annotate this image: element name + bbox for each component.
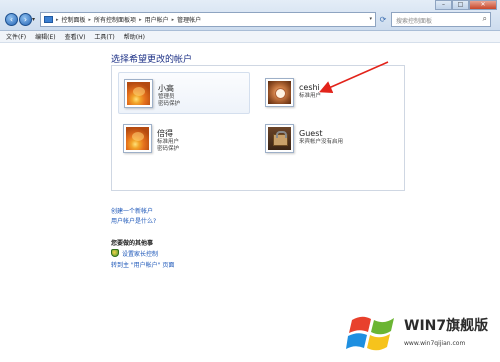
- additional-tasks-title: 您要做的其他事: [111, 240, 154, 247]
- create-account-link[interactable]: 创建一个新帐户: [111, 206, 153, 215]
- address-bar[interactable]: ▸ 控制面板 ▸ 所有控制面板项 ▸ 用户帐户 ▸ 管理帐户 ▾: [40, 12, 376, 27]
- minimize-button[interactable]: –: [435, 0, 452, 10]
- account-tile-guest[interactable]: Guest 来宾帐户没有启用: [260, 118, 392, 160]
- menu-bar: 文件(F) 编辑(E) 查看(V) 工具(T) 帮助(H): [0, 31, 500, 43]
- account-status: 来宾帐户没有启用: [299, 139, 344, 145]
- flower-icon: [127, 82, 150, 105]
- main-user-accounts-link[interactable]: 转到主 "用户帐户" 页面: [111, 260, 174, 269]
- breadcrumb-item[interactable]: 用户帐户: [145, 15, 169, 24]
- watermark-brand: WIN7旗舰版: [404, 318, 489, 334]
- control-panel-icon: [44, 16, 53, 23]
- account-tile-beide[interactable]: 倍得 标准用户 密码保护: [118, 118, 250, 160]
- search-icon[interactable]: ⌕: [483, 14, 487, 24]
- watermark-url: www.win7qijian.com: [404, 340, 466, 347]
- account-password-status: 密码保护: [158, 101, 181, 107]
- close-button[interactable]: ✕: [469, 0, 497, 10]
- briefcase-icon: [268, 127, 291, 150]
- breadcrumb-item[interactable]: 管理帐户: [177, 15, 201, 24]
- account-type: 管理员: [158, 94, 175, 100]
- avatar: [265, 124, 294, 153]
- ceshi-avatar-icon: [268, 81, 291, 104]
- avatar: [124, 79, 153, 108]
- parental-controls-link[interactable]: 设置家长控制: [122, 249, 158, 258]
- page-title: 选择希望更改的帐户: [111, 55, 193, 65]
- account-name: 小高: [158, 84, 174, 93]
- avatar: [265, 78, 294, 107]
- accounts-panel: 小高 管理员 密码保护 ceshi 标准用户 倍得 标准用户 密码保护 Gues…: [111, 65, 405, 191]
- account-type: 标准用户: [157, 139, 180, 145]
- refresh-button[interactable]: ⟳: [378, 12, 388, 27]
- menu-file[interactable]: 文件(F): [6, 32, 26, 41]
- search-placeholder: 搜索控制面板: [396, 18, 433, 25]
- what-is-account-link[interactable]: 用户帐户是什么?: [111, 216, 156, 225]
- account-name: ceshi: [299, 83, 320, 92]
- forward-button[interactable]: ›: [19, 13, 32, 26]
- back-button[interactable]: ‹: [5, 13, 18, 26]
- menu-tools[interactable]: 工具(T): [94, 32, 114, 41]
- avatar: [123, 124, 152, 153]
- window-controls: – □ ✕: [435, 0, 497, 10]
- breadcrumb-item[interactable]: 控制面板: [62, 15, 86, 24]
- menu-edit[interactable]: 编辑(E): [35, 32, 55, 41]
- shield-icon: [111, 249, 119, 257]
- windows-logo-icon: [346, 316, 394, 351]
- menu-help[interactable]: 帮助(H): [124, 32, 145, 41]
- maximize-button[interactable]: □: [452, 0, 469, 10]
- breadcrumb-item[interactable]: 所有控制面板项: [94, 15, 136, 24]
- account-name: Guest: [299, 129, 323, 138]
- account-tile-ceshi[interactable]: ceshi 标准用户: [260, 72, 392, 114]
- navigation-bar: ‹ › ▾ ▸ 控制面板 ▸ 所有控制面板项 ▸ 用户帐户 ▸ 管理帐户 ▾ ⟳…: [0, 0, 500, 31]
- flower-icon: [126, 127, 149, 150]
- recent-pages-dropdown[interactable]: ▾: [32, 16, 35, 23]
- account-tile-xiaogao[interactable]: 小高 管理员 密码保护: [118, 72, 250, 114]
- address-dropdown-icon[interactable]: ▾: [369, 16, 372, 22]
- account-name: 倍得: [157, 129, 173, 138]
- account-password-status: 密码保护: [157, 146, 180, 152]
- menu-view[interactable]: 查看(V): [65, 32, 86, 41]
- account-type: 标准用户: [299, 93, 322, 99]
- search-input[interactable]: 搜索控制面板 ⌕: [391, 12, 491, 27]
